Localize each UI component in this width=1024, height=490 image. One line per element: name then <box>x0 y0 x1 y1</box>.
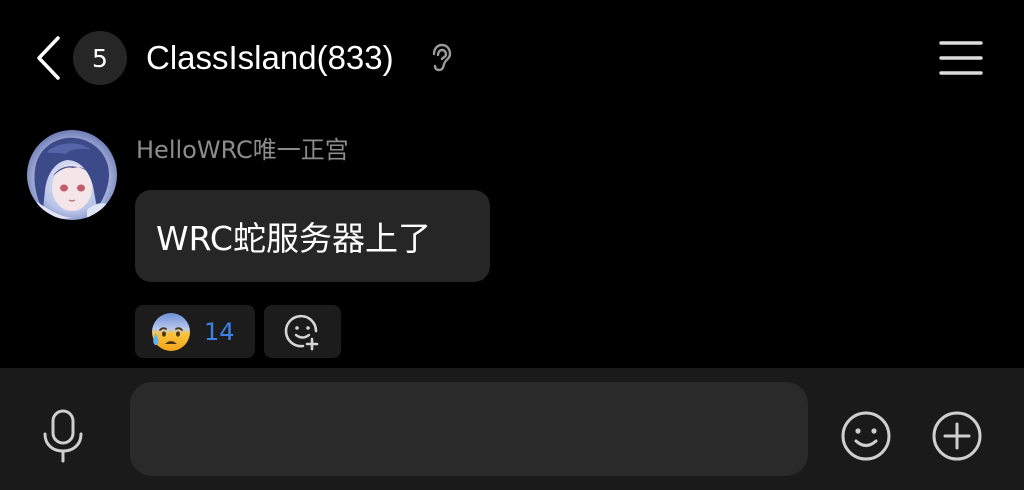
unread-count-badge[interactable]: 5 <box>73 31 127 85</box>
chat-screen: 5 ClassIsland(833) HelloWRC唯一正宫 WRC蛇服务器上… <box>0 0 1024 490</box>
anxious-face-with-sweat-emoji <box>152 312 190 351</box>
reaction-count: 14 <box>204 317 235 346</box>
add-emoji-icon <box>284 314 318 350</box>
chevron-left-icon <box>37 36 60 80</box>
smiley-icon[interactable] <box>839 409 893 463</box>
reaction-chip[interactable]: 14 <box>135 305 255 358</box>
message-bubble[interactable]: WRC蛇服务器上了 <box>135 190 490 282</box>
chat-header: 5 ClassIsland(833) <box>0 0 1024 115</box>
chat-title[interactable]: ClassIsland(833) <box>146 36 394 80</box>
plus-circle-icon[interactable] <box>930 409 984 463</box>
sender-avatar[interactable] <box>27 130 117 220</box>
hamburger-menu-icon[interactable] <box>936 36 986 80</box>
back-button[interactable] <box>28 30 68 86</box>
message-text: WRC蛇服务器上了 <box>156 219 431 258</box>
message-input[interactable] <box>130 382 808 476</box>
anime-avatar <box>27 130 117 220</box>
add-reaction-button[interactable] <box>264 305 341 358</box>
microphone-icon[interactable] <box>38 408 88 464</box>
ear-icon[interactable] <box>428 42 454 74</box>
input-bar <box>0 368 1024 490</box>
sender-name[interactable]: HelloWRC唯一正宫 <box>136 134 349 166</box>
